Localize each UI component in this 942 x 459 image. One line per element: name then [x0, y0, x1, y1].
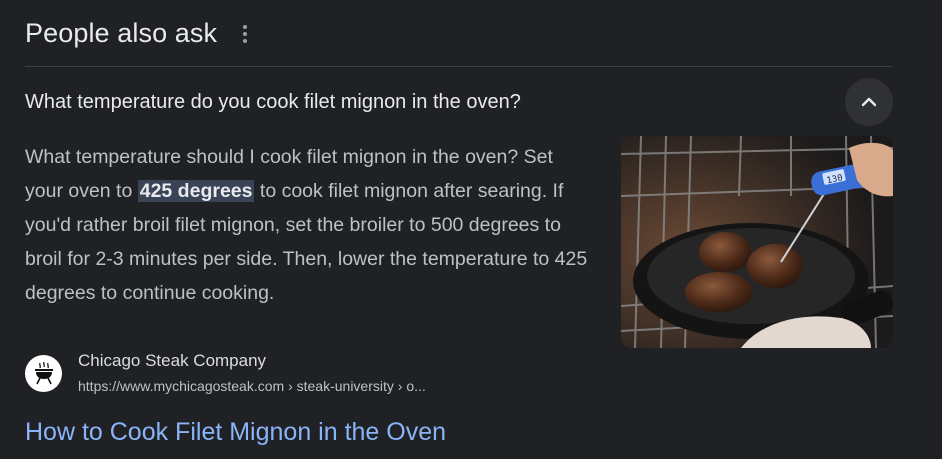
- steak-oven-image: 130: [621, 136, 893, 348]
- answer-image[interactable]: 130: [621, 136, 893, 348]
- answer-highlight: 425 degrees: [137, 180, 255, 202]
- result-title-link[interactable]: How to Cook Filet Mignon in the Oven: [25, 418, 446, 447]
- source-favicon: [25, 354, 62, 392]
- question-toggle[interactable]: What temperature do you cook filet migno…: [25, 76, 893, 128]
- question-text: What temperature do you cook filet migno…: [25, 90, 521, 113]
- chevron-up-icon: [861, 97, 877, 107]
- more-vert-icon[interactable]: [235, 21, 255, 47]
- divider: [25, 66, 892, 67]
- source-url: https://www.mychicagosteak.com › steak-u…: [78, 378, 426, 394]
- collapse-button[interactable]: [845, 78, 893, 126]
- source-attribution[interactable]: Chicago Steak Company https://www.mychic…: [25, 350, 426, 396]
- source-name: Chicago Steak Company: [78, 351, 267, 370]
- answer-snippet: What temperature should I cook filet mig…: [25, 140, 590, 310]
- grill-icon: [34, 361, 53, 385]
- section-title: People also ask: [25, 18, 218, 48]
- paa-header: People also ask: [25, 18, 255, 49]
